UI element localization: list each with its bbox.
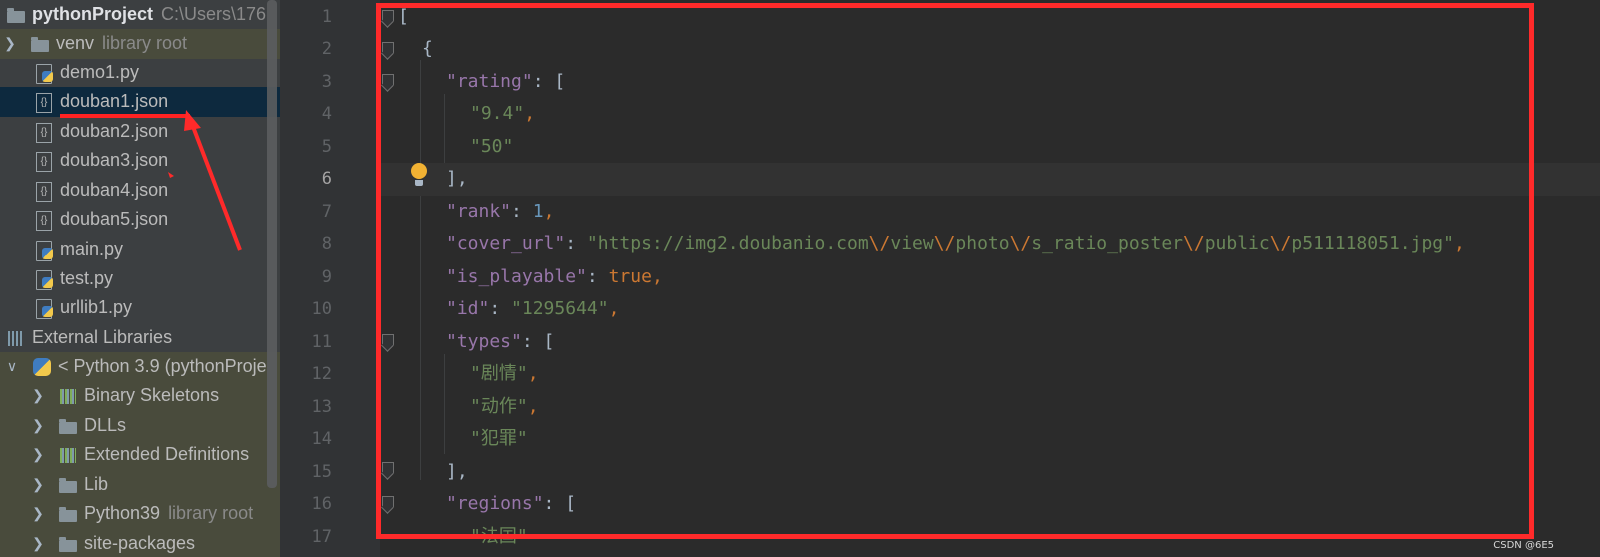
arrow-annotation — [168, 110, 242, 251]
editor-gutter: 1 2 3 4 5 6 7 8 9 10 11 12 13 14 15 16 1… — [280, 0, 380, 557]
line-number: 2 — [321, 39, 332, 59]
line-number: 5 — [321, 137, 332, 157]
line-number: 12 — [311, 364, 332, 384]
line-number: 17 — [311, 527, 332, 547]
line-number: 6 — [321, 169, 332, 189]
line-number: 13 — [311, 397, 332, 417]
line-number: 7 — [321, 202, 332, 222]
line-number: 14 — [311, 429, 332, 449]
line-number: 3 — [321, 72, 332, 92]
watermark: CSDN @6E5 — [1493, 540, 1554, 551]
line-number: 8 — [321, 234, 332, 254]
project-tree-panel: pythonProject C:\Users\176 ❯ venv librar… — [0, 0, 280, 557]
line-number: 9 — [321, 267, 332, 287]
line-number: 1 — [321, 7, 332, 27]
highlight-box-annotation — [376, 3, 1534, 539]
line-number: 4 — [321, 104, 332, 124]
line-number: 11 — [311, 332, 332, 352]
line-number: 15 — [311, 462, 332, 482]
line-number: 10 — [311, 299, 332, 319]
line-number: 16 — [311, 494, 332, 514]
